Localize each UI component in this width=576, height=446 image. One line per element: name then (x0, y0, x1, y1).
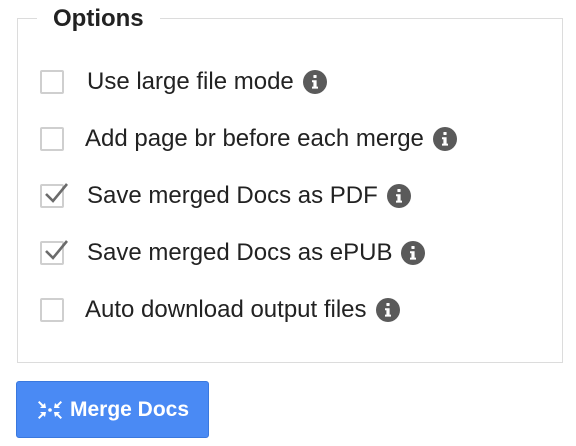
info-icon[interactable] (375, 298, 400, 322)
auto-download-label: Auto download output files (85, 296, 367, 323)
info-icon[interactable] (302, 70, 327, 94)
option-save-as-epub[interactable]: Save merged Docs as ePUB (40, 239, 426, 267)
add-page-break-label: Add page br before each merge (85, 125, 424, 152)
add-page-break-checkbox[interactable] (40, 127, 64, 151)
options-title: Options (37, 4, 160, 34)
use-large-file-mode-label: Use large file mode (87, 68, 294, 95)
merge-docs-label: Merge Docs (69, 397, 190, 421)
save-as-epub-checkbox[interactable] (40, 240, 69, 265)
option-save-as-pdf[interactable]: Save merged Docs as PDF (40, 182, 411, 210)
merge-docs-button[interactable]: Merge Docs (16, 381, 209, 438)
info-icon[interactable] (432, 127, 457, 151)
merge-arrows-icon (37, 400, 62, 419)
use-large-file-mode-checkbox[interactable] (40, 70, 64, 94)
auto-download-checkbox[interactable] (40, 298, 64, 322)
save-as-pdf-checkbox[interactable] (40, 183, 69, 208)
option-use-large-file-mode[interactable]: Use large file mode (40, 68, 327, 96)
info-icon[interactable] (401, 241, 426, 265)
save-as-epub-label: Save merged Docs as ePUB (87, 239, 393, 266)
info-icon[interactable] (386, 184, 411, 208)
option-add-page-break[interactable]: Add page br before each merge (40, 125, 457, 153)
checkmark-icon (45, 240, 69, 260)
checkmark-icon (45, 183, 69, 203)
option-auto-download[interactable]: Auto download output files (40, 296, 400, 324)
save-as-pdf-label: Save merged Docs as PDF (87, 182, 378, 209)
